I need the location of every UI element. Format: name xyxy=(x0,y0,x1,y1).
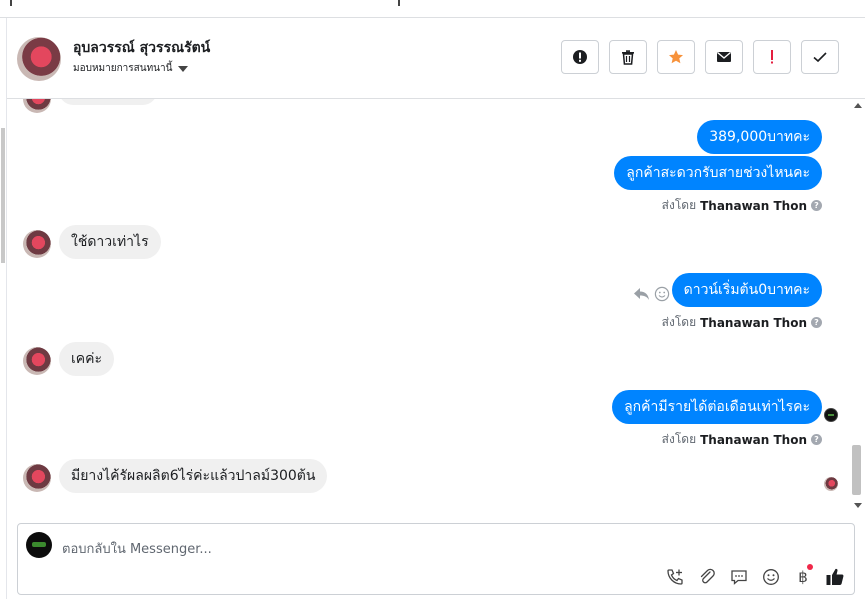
seen-receipt-avatar xyxy=(824,477,838,491)
read-receipt-avatar xyxy=(824,408,838,422)
sent-by-label: ส่งโดย Thanawan Thon ? xyxy=(662,430,822,449)
envelope-icon xyxy=(717,51,731,62)
sent-by-prefix: ส่งโดย xyxy=(661,315,697,329)
notification-dot xyxy=(807,564,813,570)
sent-by-label: ส่งโดย Thanawan Thon ? xyxy=(662,313,822,332)
sent-by-label: ส่งโดย Thanawan Thon ? xyxy=(662,196,822,215)
emoji-react-icon[interactable] xyxy=(654,286,670,302)
message-bubble-outgoing: ลูกค้าสะดวกรับสายช่วงไหนคะ xyxy=(614,156,822,190)
sent-by-agent[interactable]: Thanawan Thon xyxy=(700,316,807,330)
saved-replies-button[interactable] xyxy=(728,566,750,588)
exclamation-circle-icon xyxy=(573,50,587,64)
smiley-icon xyxy=(763,569,779,585)
payment-button[interactable]: ฿ xyxy=(792,564,814,588)
delete-button[interactable] xyxy=(609,40,647,74)
composer-tools: ฿ xyxy=(664,564,846,588)
left-scrollbar-thumb[interactable] xyxy=(1,128,5,263)
contact-avatar-small xyxy=(23,347,51,375)
message-bubble-outgoing: ลูกค้ามีรายได้ต่อเดือนเท่าไรคะ xyxy=(612,390,822,424)
like-button[interactable] xyxy=(824,566,846,588)
mark-unread-button[interactable] xyxy=(705,40,743,74)
mark-done-button[interactable] xyxy=(801,40,839,74)
page-avatar xyxy=(26,532,52,558)
chat-bubble-icon xyxy=(731,570,747,585)
message-bubble-outgoing: 389,000บาทคะ xyxy=(697,120,822,154)
sent-by-prefix: ส่งโดย xyxy=(661,432,697,446)
reply-composer: ตอบกลับใน Messenger... ฿ xyxy=(17,523,855,595)
header-actions xyxy=(561,40,839,74)
top-strip-mark xyxy=(398,0,400,6)
contact-avatar-small xyxy=(23,230,51,258)
help-icon[interactable]: ? xyxy=(811,434,822,445)
message-thread[interactable]: 389,000บาทคะ ลูกค้าสะดวกรับสายช่วงไหนคะ … xyxy=(7,99,850,512)
reply-icon[interactable] xyxy=(633,286,651,302)
thread-scrollbar[interactable] xyxy=(850,99,865,512)
contact-name[interactable]: อุบลวรรณ์ สุวรรณรัตน์ xyxy=(73,37,210,59)
red-exclamation-icon xyxy=(771,50,773,64)
assign-label: มอบหมายการสนทนานี้ xyxy=(73,63,173,74)
contact-avatar-small xyxy=(23,99,51,113)
call-button[interactable] xyxy=(664,566,686,588)
check-icon xyxy=(813,52,827,63)
help-icon[interactable]: ? xyxy=(811,200,822,211)
sent-by-prefix: ส่งโดย xyxy=(661,198,697,212)
sent-by-agent[interactable]: Thanawan Thon xyxy=(700,433,807,447)
message-bubble-outgoing: ดาวน์เริ่มต้น0บาทคะ xyxy=(671,273,822,307)
star-button[interactable] xyxy=(657,40,695,74)
message-bubble-incoming: มียางไค้รัผลผลิต6ไร่ค่ะแล้วปาลม์300ต้น xyxy=(59,459,328,493)
thread-scrollbar-thumb[interactable] xyxy=(852,445,861,495)
left-pane-edge xyxy=(0,18,7,599)
message-bubble-incoming xyxy=(59,99,157,105)
top-strip-mark xyxy=(10,0,12,6)
emoji-button[interactable] xyxy=(760,566,782,588)
attach-button[interactable] xyxy=(696,566,718,588)
star-icon xyxy=(669,50,683,64)
trash-icon xyxy=(622,50,634,65)
contact-avatar[interactable] xyxy=(17,37,61,81)
baht-icon: ฿ xyxy=(798,568,808,586)
message-bubble-incoming: เคค่ะ xyxy=(59,342,115,376)
contact-avatar-small xyxy=(23,464,51,492)
thumbs-up-icon xyxy=(826,568,844,585)
scroll-down-arrow-icon[interactable] xyxy=(854,503,862,508)
paperclip-icon xyxy=(700,568,715,584)
sent-by-agent[interactable]: Thanawan Thon xyxy=(700,199,807,213)
message-bubble-incoming: ใช้ดาวเท่าไร xyxy=(59,225,161,259)
caret-down-icon xyxy=(178,65,189,72)
assign-conversation-dropdown[interactable]: มอบหมายการสนทนานี้ xyxy=(73,61,189,76)
conversation-header: อุบลวรรณ์ สุวรรณรัตน์ มอบหมายการสนทนานี้ xyxy=(7,18,865,99)
help-icon[interactable]: ? xyxy=(811,317,822,328)
reply-input[interactable]: ตอบกลับใน Messenger... xyxy=(62,538,212,559)
phone-plus-icon xyxy=(667,569,683,585)
alert-button[interactable] xyxy=(561,40,599,74)
browser-top-strip xyxy=(0,0,865,18)
important-button[interactable] xyxy=(753,40,791,74)
scroll-up-arrow-icon[interactable] xyxy=(854,103,862,108)
